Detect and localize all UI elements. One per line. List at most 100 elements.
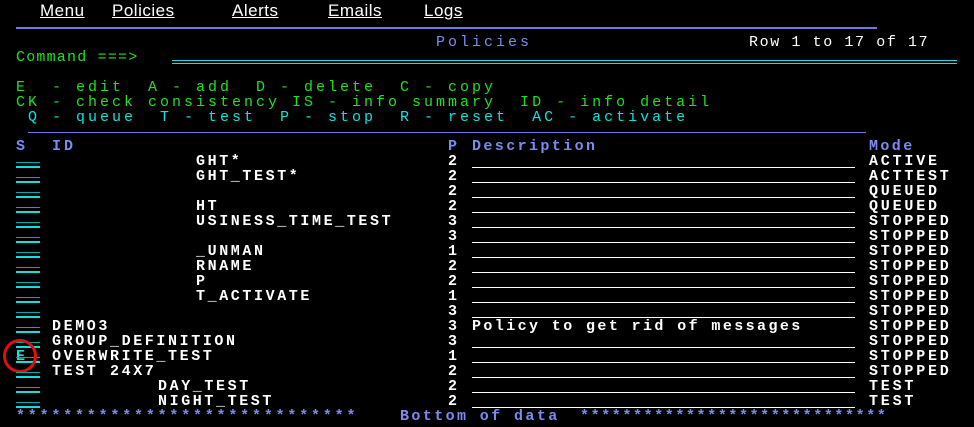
command-input-underline	[172, 60, 957, 64]
policy-id: DEMO3	[52, 318, 111, 335]
description-field[interactable]	[472, 379, 855, 393]
select-field[interactable]	[16, 169, 40, 183]
menu-label: Menu	[40, 1, 85, 20]
description-field[interactable]	[472, 334, 855, 348]
description-field[interactable]	[472, 154, 855, 168]
mode: TEST	[869, 378, 917, 395]
help-line-2: CK - check consistency IS - info summary…	[16, 94, 713, 111]
priority: 3	[448, 228, 461, 245]
policy-id: GHT_TEST*	[196, 168, 301, 185]
select-field[interactable]	[16, 379, 40, 393]
select-field[interactable]	[16, 289, 40, 303]
description-field[interactable]	[472, 274, 855, 288]
menu-item-policies[interactable]: Policies	[112, 1, 175, 20]
column-header-id: ID	[52, 138, 77, 155]
priority: 3	[448, 303, 461, 320]
policy-id: GROUP_DEFINITION	[52, 333, 238, 350]
column-header-description: Description	[472, 138, 598, 155]
menu-label: Policies	[112, 1, 175, 20]
description-field[interactable]	[472, 364, 855, 378]
mode: TEST	[869, 393, 917, 410]
bottom-stars-left: *****************************	[16, 408, 359, 425]
select-field[interactable]	[16, 229, 40, 243]
help-divider	[28, 132, 866, 133]
mode: STOPPED	[869, 303, 952, 320]
description-field[interactable]	[472, 394, 855, 408]
description-field[interactable]	[472, 244, 855, 258]
menu-label: Logs	[424, 1, 463, 20]
menu-label: Alerts	[232, 1, 279, 20]
select-field[interactable]	[16, 274, 40, 288]
select-field[interactable]	[16, 304, 40, 318]
priority: 3	[448, 333, 461, 350]
mode: QUEUED	[869, 198, 940, 215]
policy-id: P	[196, 273, 208, 290]
select-field[interactable]	[16, 184, 40, 198]
terminal-screen: Menu Policies Alerts Emails Logs Policie…	[0, 0, 974, 427]
priority: 2	[448, 153, 461, 170]
priority: 2	[448, 258, 461, 275]
description-field[interactable]	[472, 169, 855, 183]
menu-item-emails[interactable]: Emails	[328, 1, 383, 20]
help-line-3: Q - queue T - test P - stop R - reset AC…	[16, 109, 689, 126]
mode: STOPPED	[869, 318, 952, 335]
select-field[interactable]	[16, 394, 40, 408]
mode: STOPPED	[869, 228, 952, 245]
command-input[interactable]	[172, 47, 957, 61]
mode: STOPPED	[869, 213, 952, 230]
column-header-s: S	[16, 138, 29, 155]
policy-id: USINESS_TIME_TEST	[196, 213, 394, 230]
priority: 2	[448, 183, 461, 200]
description-field[interactable]	[472, 349, 855, 363]
policy-id: HT	[196, 198, 220, 215]
command-label: Command ===>	[16, 49, 139, 66]
policy-id: GHT*	[196, 153, 243, 170]
select-field[interactable]	[16, 259, 40, 273]
priority: 3	[448, 318, 461, 335]
policy-id: _UNMAN	[196, 243, 266, 260]
bottom-text: Bottom of data	[400, 408, 560, 425]
description-field[interactable]	[472, 304, 855, 318]
policy-id: T_ACTIVATE	[196, 288, 313, 305]
policy-id: RNAME	[196, 258, 255, 275]
mode: STOPPED	[869, 273, 952, 290]
priority: 1	[448, 243, 461, 260]
description-field[interactable]	[472, 259, 855, 273]
select-field[interactable]	[16, 154, 40, 168]
column-header-mode: Mode	[869, 138, 915, 155]
priority: 2	[448, 168, 461, 185]
mode: STOPPED	[869, 348, 952, 365]
priority: 1	[448, 348, 461, 365]
priority: 2	[448, 378, 461, 395]
mode: QUEUED	[869, 183, 940, 200]
description-field[interactable]: Policy to get rid of messages	[472, 319, 855, 334]
select-field[interactable]	[16, 244, 40, 258]
mode: ACTIVE	[869, 153, 940, 170]
policy-id: NIGHT_TEST	[158, 393, 275, 410]
select-field[interactable]	[16, 199, 40, 213]
menu-divider	[16, 27, 877, 29]
description-field[interactable]	[472, 199, 855, 213]
description-field[interactable]	[472, 214, 855, 228]
menu-label: Emails	[328, 1, 383, 20]
description-field[interactable]	[472, 184, 855, 198]
mode: STOPPED	[869, 363, 952, 380]
mode: STOPPED	[869, 288, 952, 305]
menu-item-menu[interactable]: Menu	[40, 1, 85, 20]
select-field[interactable]	[16, 214, 40, 228]
select-field[interactable]	[16, 319, 40, 333]
column-header-p: P	[448, 138, 461, 155]
description-field[interactable]	[472, 229, 855, 243]
policy-id: TEST 24X7	[52, 363, 157, 380]
policy-id: DAY_TEST	[158, 378, 251, 395]
policy-id: OVERWRITE_TEST	[52, 348, 215, 365]
mode: STOPPED	[869, 333, 952, 350]
priority: 2	[448, 393, 461, 410]
select-field[interactable]	[16, 364, 40, 378]
menu-item-logs[interactable]: Logs	[424, 1, 463, 20]
priority: 2	[448, 198, 461, 215]
description-field[interactable]	[472, 289, 855, 303]
menu-item-alerts[interactable]: Alerts	[232, 1, 279, 20]
help-line-1: E - edit A - add D - delete C - copy	[16, 79, 497, 96]
priority: 2	[448, 273, 461, 290]
